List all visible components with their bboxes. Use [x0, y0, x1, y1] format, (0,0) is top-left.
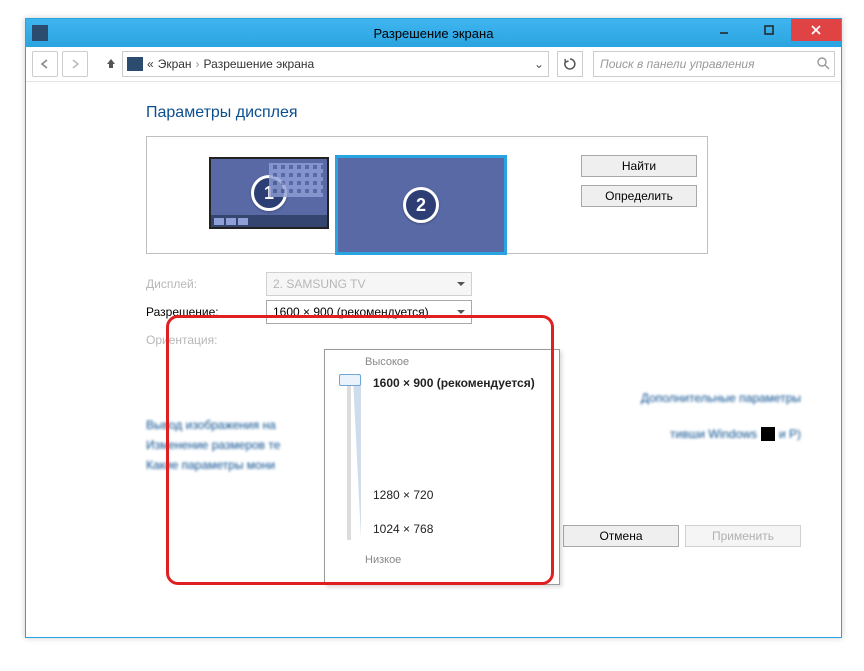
chevron-down-icon[interactable]: ⌄ [534, 57, 544, 71]
breadcrumb-item[interactable]: Экран [158, 57, 192, 71]
toolbar: « Экран › Разрешение экрана ⌄ Поиск в па… [26, 47, 841, 82]
maximize-button[interactable] [746, 19, 791, 41]
slider-label-high: Высокое [365, 356, 553, 368]
breadcrumb-item[interactable]: Разрешение экрана [204, 57, 315, 71]
slider-label-low: Низкое [365, 554, 553, 566]
display-label: Дисплей: [146, 277, 258, 291]
minimize-button[interactable] [701, 19, 746, 41]
monitor-2-badge: 2 [403, 187, 439, 223]
refresh-button[interactable] [557, 51, 583, 77]
orientation-label: Ориентация: [146, 333, 258, 347]
resolution-option-1[interactable]: 1600 × 900 (рекомендуется) [373, 376, 535, 390]
display-preview: 1 2 Найти Определить [146, 136, 708, 254]
search-placeholder: Поиск в панели управления [600, 57, 755, 71]
advanced-settings-link[interactable]: Дополнительные параметры [641, 391, 801, 405]
resolution-dropdown[interactable]: Высокое 1600 × 900 (рекомендуется) 1280 … [324, 349, 560, 585]
monitor-1[interactable]: 1 [209, 157, 329, 229]
windows-key-icon [761, 427, 775, 441]
resolution-combo[interactable]: 1600 × 900 (рекомендуется) [266, 300, 472, 324]
display-icon [127, 57, 143, 71]
find-button[interactable]: Найти [581, 155, 697, 177]
chevron-right-icon: › [196, 57, 200, 71]
project-hint: тивши Windows и P) [641, 427, 801, 441]
apply-button[interactable]: Применить [685, 525, 801, 547]
page-title: Параметры дисплея [146, 104, 815, 122]
forward-button[interactable] [62, 51, 88, 77]
search-input[interactable]: Поиск в панели управления [593, 51, 835, 77]
resolution-slider[interactable] [333, 370, 369, 550]
resolution-option-2[interactable]: 1280 × 720 [373, 488, 433, 502]
breadcrumb-root: « [147, 57, 154, 71]
window: Разрешение экрана [25, 18, 842, 638]
row-resolution: Разрешение: 1600 × 900 (рекомендуется) [146, 298, 706, 326]
breadcrumb[interactable]: « Экран › Разрешение экрана ⌄ [122, 51, 549, 77]
row-display: Дисплей: 2. SAMSUNG TV [146, 270, 706, 298]
resolution-label: Разрешение: [146, 305, 258, 319]
cancel-button[interactable]: Отмена [563, 525, 679, 547]
search-icon [816, 56, 830, 73]
titlebar[interactable]: Разрешение экрана [26, 19, 841, 47]
detect-button[interactable]: Определить [581, 185, 697, 207]
back-button[interactable] [32, 51, 58, 77]
display-combo[interactable]: 2. SAMSUNG TV [266, 272, 472, 296]
resolution-option-3[interactable]: 1024 × 768 [373, 522, 433, 536]
monitor-2[interactable]: 2 [335, 155, 507, 255]
slider-thumb[interactable] [339, 374, 361, 386]
up-button[interactable] [104, 56, 118, 73]
close-button[interactable] [791, 19, 841, 41]
